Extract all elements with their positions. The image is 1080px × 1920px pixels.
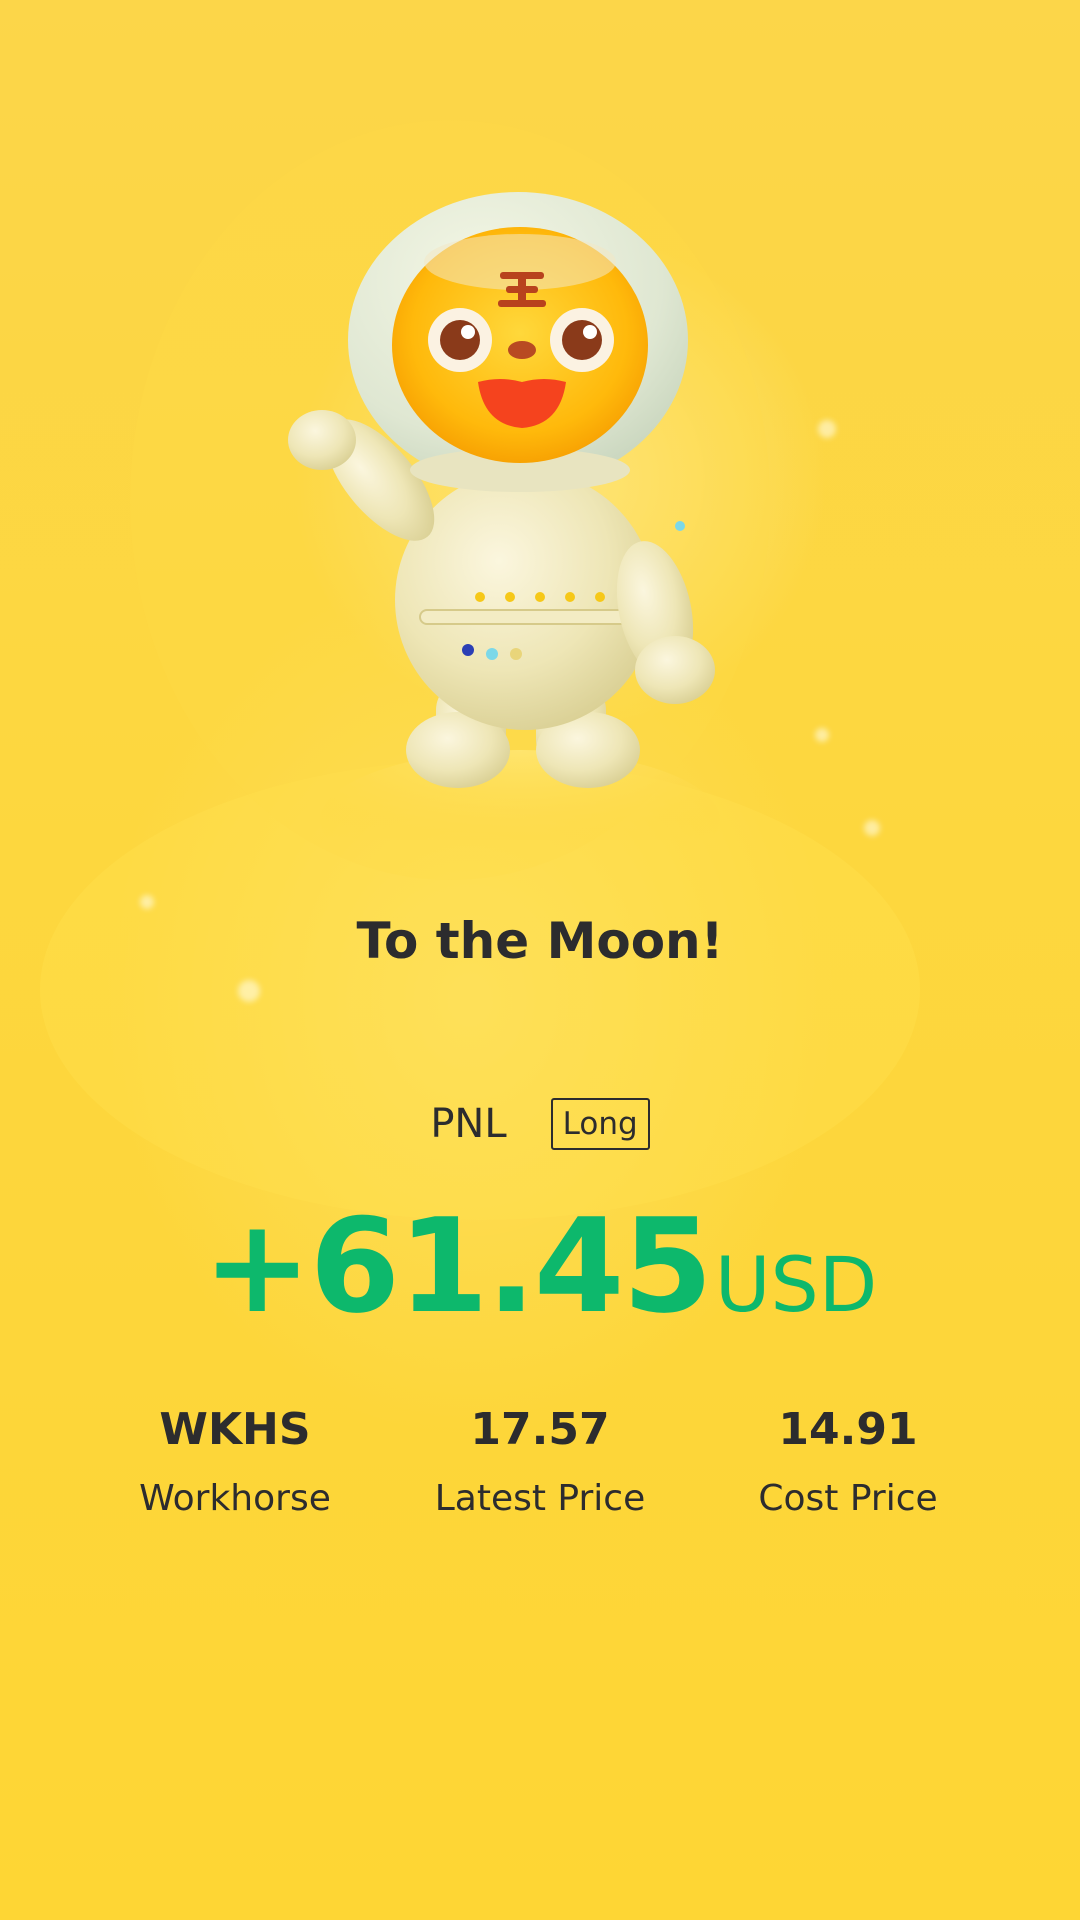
stat-symbol: WKHS Workhorse [75,1402,395,1522]
stat-value: WKHS [159,1404,311,1455]
stat-label: Cost Price [758,1478,938,1519]
sparkle [815,728,829,742]
headline: To the Moon! [356,912,724,970]
pnl-amount: +61.45 USD [0,1190,1080,1342]
pnl-unit: USD [714,1240,878,1329]
stat-cost-price: 14.91 Cost Price [688,1402,1008,1522]
stat-latest-price: 17.57 Latest Price [380,1402,700,1522]
position-side-badge: Long [550,1098,650,1150]
stat-label: Latest Price [434,1478,646,1519]
sparkle [818,420,836,438]
pnl-value: +61.45 [202,1190,713,1342]
stat-label: Workhorse [139,1478,331,1519]
sparkle [864,820,880,836]
stat-value: 14.91 [778,1404,918,1455]
stat-value: 17.57 [470,1404,610,1455]
pnl-header: PNL Long [0,1098,1080,1150]
tiger-astronaut-mascot [288,192,720,840]
pnl-label: PNL [430,1101,507,1147]
sparkle [238,980,260,1002]
sparkle [140,895,154,909]
